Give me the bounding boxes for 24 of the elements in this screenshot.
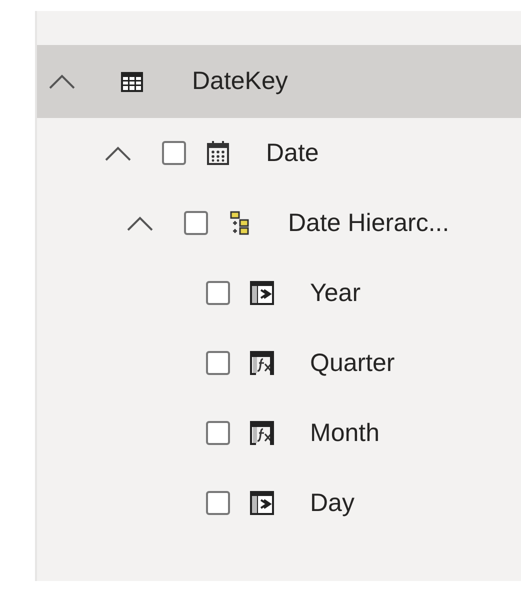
field-label[interactable]: Day (310, 488, 354, 518)
checkbox[interactable] (206, 351, 230, 375)
field-label[interactable]: Date (266, 138, 319, 168)
field-label[interactable]: Date Hierarc... (288, 208, 450, 238)
checkbox[interactable] (206, 421, 230, 445)
field-label[interactable]: Quarter (310, 348, 395, 378)
field-label[interactable]: Month (310, 418, 380, 448)
table-name: DateKey (192, 67, 288, 96)
calculated-level-icon (250, 421, 274, 445)
hierarchy-level-icon (250, 281, 274, 305)
calculated-level-icon (250, 351, 274, 375)
hierarchy-icon (230, 211, 250, 235)
hierarchy-level-icon (250, 491, 274, 515)
chevron-up-icon[interactable] (49, 74, 75, 89)
table-icon (121, 72, 143, 92)
chevron-up-icon[interactable] (127, 216, 153, 230)
table-row[interactable]: DateKey (37, 45, 521, 118)
checkbox[interactable] (206, 281, 230, 305)
checkbox[interactable] (162, 141, 186, 165)
checkbox[interactable] (206, 491, 230, 515)
field-label[interactable]: Year (310, 278, 361, 308)
chevron-up-icon[interactable] (105, 146, 131, 160)
calendar-icon (207, 141, 229, 165)
checkbox[interactable] (184, 211, 208, 235)
